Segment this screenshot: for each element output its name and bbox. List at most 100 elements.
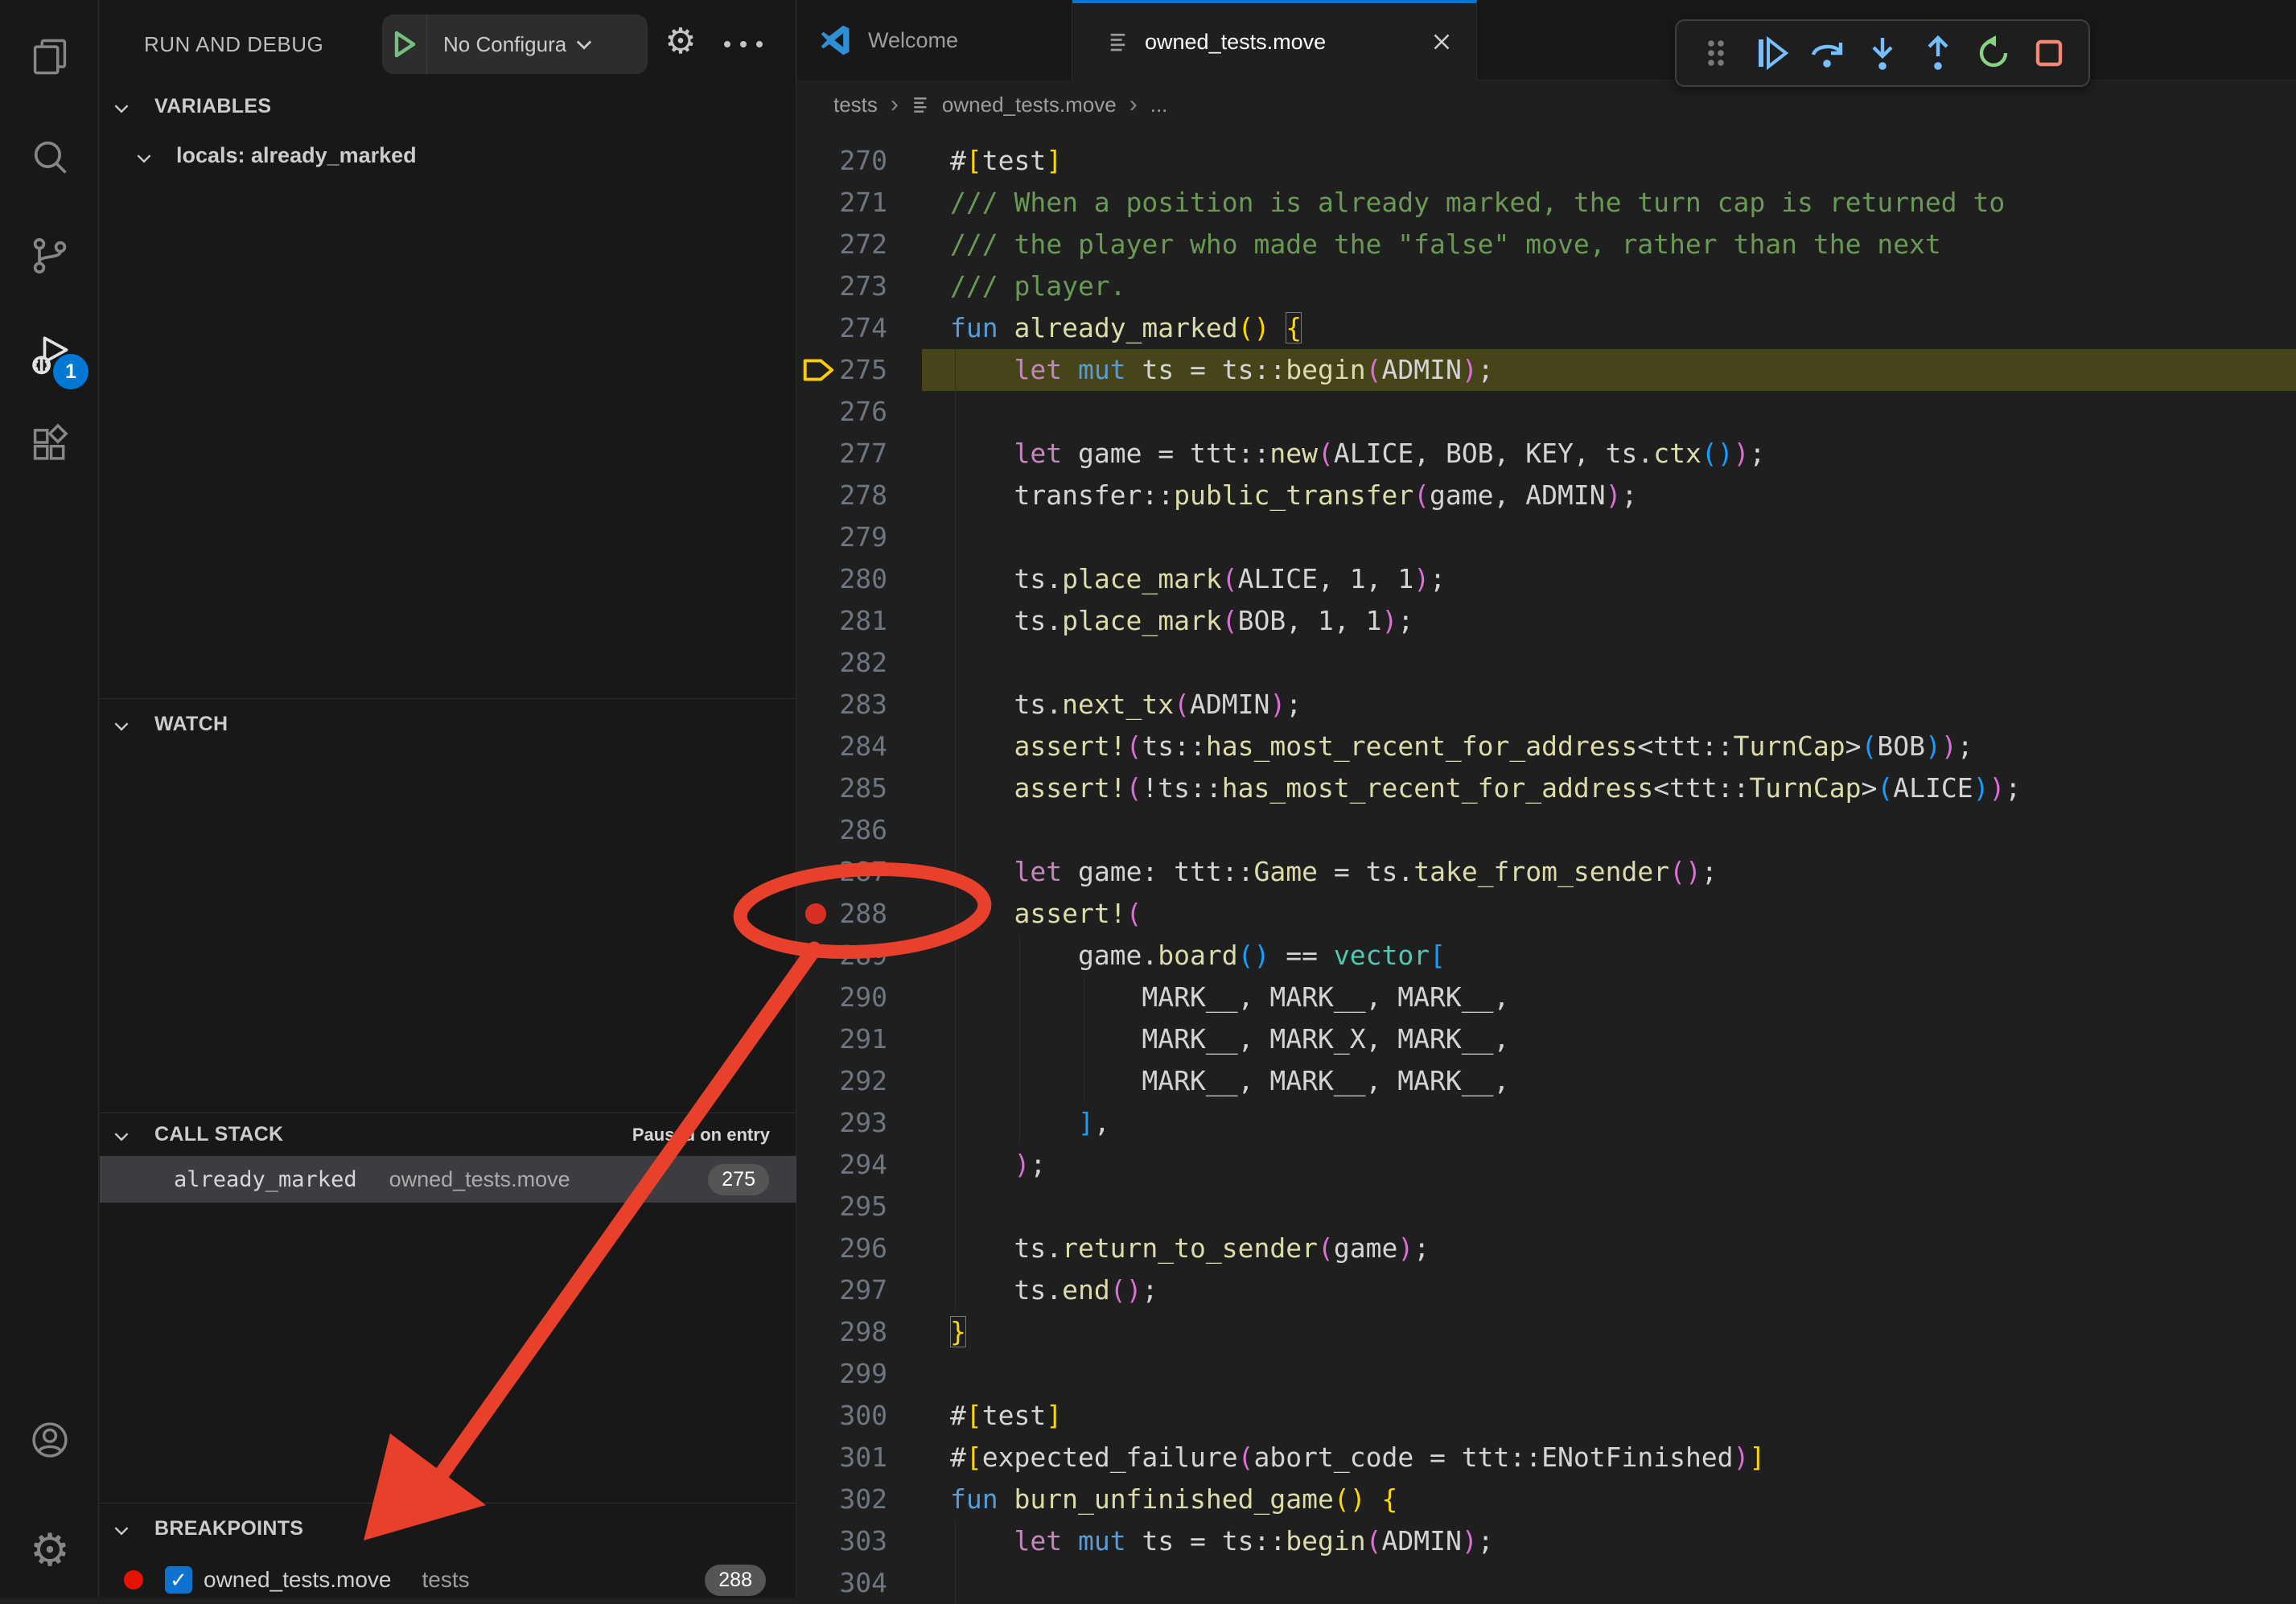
- line-number[interactable]: 283: [797, 684, 887, 726]
- debug-toolbar: [1675, 19, 2090, 87]
- line-number[interactable]: 302: [797, 1479, 887, 1520]
- drag-grip-icon[interactable]: [1697, 34, 1735, 72]
- call-stack-label: CALL STACK: [154, 1123, 283, 1146]
- line-number[interactable]: 294: [797, 1144, 887, 1186]
- code-line: 302fun burn_unfinished_game() {: [797, 1479, 2296, 1520]
- restart-icon[interactable]: [1974, 34, 2013, 72]
- breakpoint-checkbox[interactable]: ✓: [165, 1566, 192, 1594]
- line-number[interactable]: 295: [797, 1186, 887, 1228]
- line-number[interactable]: 278: [797, 475, 887, 516]
- breadcrumb-file[interactable]: owned_tests.move: [942, 93, 1117, 117]
- step-out-icon[interactable]: [1919, 34, 1957, 72]
- chevron-down-icon: [111, 1126, 132, 1147]
- debug-config-dropdown[interactable]: No Configura: [382, 14, 648, 74]
- line-number[interactable]: 291: [797, 1018, 887, 1060]
- line-number[interactable]: 304: [797, 1562, 887, 1604]
- code-line: 272/// the player who made the "false" m…: [797, 224, 2296, 265]
- code-text: ts.next_tx(ADMIN);: [950, 684, 1302, 726]
- more-actions-icon[interactable]: [719, 32, 767, 56]
- step-over-icon[interactable]: [1808, 34, 1846, 72]
- code-text: MARK__, MARK__, MARK__,: [950, 977, 1509, 1018]
- paused-status: Paused on entry: [632, 1125, 770, 1145]
- search-icon[interactable]: [29, 136, 71, 178]
- indent-guide: [955, 1186, 956, 1228]
- frame-file-name: owned_tests.move: [389, 1167, 570, 1192]
- source-control-icon[interactable]: [29, 235, 71, 277]
- indent-guide: [955, 1562, 956, 1604]
- line-number[interactable]: 289: [797, 935, 887, 977]
- line-number[interactable]: 299: [797, 1353, 887, 1395]
- breakpoint-list-item[interactable]: ✓ owned_tests.move tests 288: [100, 1557, 796, 1602]
- line-number[interactable]: 274: [797, 307, 887, 349]
- code-line: 283 ts.next_tx(ADMIN);: [797, 684, 2296, 726]
- line-number[interactable]: 282: [797, 642, 887, 684]
- breadcrumb-separator-icon: ›: [1129, 91, 1138, 118]
- locals-label: locals: already_marked: [176, 143, 417, 168]
- line-number[interactable]: 298: [797, 1311, 887, 1353]
- code-text: let mut ts = ts::begin(ADMIN);: [950, 1520, 1494, 1562]
- breadcrumb-symbol[interactable]: ...: [1150, 93, 1168, 117]
- code-text: ts.place_mark(BOB, 1, 1);: [950, 600, 1413, 642]
- call-stack-section-header[interactable]: CALL STACK Paused on entry: [100, 1115, 796, 1157]
- breakpoint-line-badge: 288: [705, 1565, 766, 1596]
- indent-guide: [955, 391, 956, 433]
- variables-label: VARIABLES: [154, 95, 271, 118]
- continue-icon[interactable]: [1752, 34, 1791, 72]
- line-number[interactable]: 290: [797, 977, 887, 1018]
- line-number[interactable]: 279: [797, 516, 887, 558]
- line-number[interactable]: 288: [797, 893, 887, 935]
- step-into-icon[interactable]: [1863, 34, 1902, 72]
- chevron-down-icon: [573, 33, 595, 56]
- frame-function-name: already_marked: [174, 1167, 357, 1192]
- line-number[interactable]: 301: [797, 1437, 887, 1479]
- start-debugging-button[interactable]: [382, 14, 427, 74]
- variables-section-header[interactable]: VARIABLES: [100, 87, 796, 129]
- breakpoints-section-header[interactable]: BREAKPOINTS: [100, 1509, 796, 1551]
- tab-welcome[interactable]: Welcome: [797, 0, 1072, 80]
- code-line: 296 ts.return_to_sender(game);: [797, 1228, 2296, 1269]
- tab-label: Welcome: [868, 28, 958, 53]
- line-number[interactable]: 286: [797, 809, 887, 851]
- code-line: 290 MARK__, MARK__, MARK__,: [797, 977, 2296, 1018]
- line-number[interactable]: 275: [797, 349, 887, 391]
- settings-gear-icon[interactable]: ⚙: [29, 1529, 71, 1571]
- code-line: 285 assert!(!ts::has_most_recent_for_add…: [797, 767, 2296, 809]
- explorer-icon[interactable]: [29, 35, 71, 77]
- line-number[interactable]: 273: [797, 265, 887, 307]
- line-number[interactable]: 281: [797, 600, 887, 642]
- debug-settings-gear-icon[interactable]: ⚙: [658, 0, 703, 88]
- indent-guide: [955, 642, 956, 684]
- extensions-icon[interactable]: [29, 424, 71, 466]
- line-number[interactable]: 271: [797, 182, 887, 224]
- run-and-debug-sidebar: RUN AND DEBUG No Configura ⚙ VARIABLES l…: [100, 0, 796, 1598]
- line-number[interactable]: 297: [797, 1269, 887, 1311]
- line-number[interactable]: 292: [797, 1060, 887, 1102]
- line-number[interactable]: 272: [797, 224, 887, 265]
- config-dropdown-label: No Configura: [443, 32, 566, 57]
- line-number[interactable]: 293: [797, 1102, 887, 1144]
- line-number[interactable]: 276: [797, 391, 887, 433]
- code-line: 291 MARK__, MARK_X, MARK__,: [797, 1018, 2296, 1060]
- line-number[interactable]: 287: [797, 851, 887, 893]
- line-number[interactable]: 296: [797, 1228, 887, 1269]
- code-line: 287 let game: ttt::Game = ts.take_from_s…: [797, 851, 2296, 893]
- tab-owned-tests-move[interactable]: owned_tests.move: [1072, 0, 1477, 80]
- line-number[interactable]: 277: [797, 433, 887, 475]
- call-stack-frame-row[interactable]: already_marked owned_tests.move 275: [100, 1156, 796, 1203]
- close-icon[interactable]: [1428, 28, 1455, 56]
- line-number[interactable]: 300: [797, 1395, 887, 1437]
- code-line: 270#[test]: [797, 140, 2296, 182]
- code-line: 284 assert!(ts::has_most_recent_for_addr…: [797, 726, 2296, 767]
- line-number[interactable]: 280: [797, 558, 887, 600]
- stop-icon[interactable]: [2030, 34, 2068, 72]
- account-icon[interactable]: [29, 1419, 71, 1461]
- line-number[interactable]: 284: [797, 726, 887, 767]
- line-number[interactable]: 303: [797, 1520, 887, 1562]
- breadcrumb[interactable]: tests › owned_tests.move › ...: [797, 80, 2296, 129]
- breadcrumb-folder[interactable]: tests: [833, 93, 878, 117]
- line-number[interactable]: 270: [797, 140, 887, 182]
- locals-scope-row[interactable]: locals: already_marked: [100, 137, 796, 180]
- line-number[interactable]: 285: [797, 767, 887, 809]
- code-line: 271/// When a position is already marked…: [797, 182, 2296, 224]
- watch-section-header[interactable]: WATCH: [100, 705, 796, 746]
